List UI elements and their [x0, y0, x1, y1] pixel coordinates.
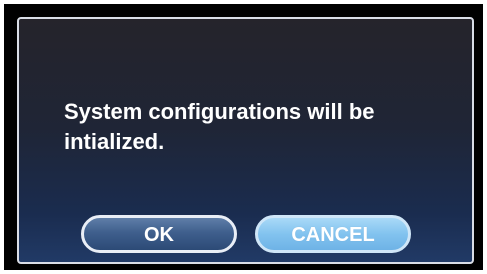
dialog-message: System configurations will be intialized…	[64, 99, 375, 154]
cancel-button[interactable]: CANCEL	[255, 215, 411, 253]
ok-button[interactable]: OK	[81, 215, 237, 253]
confirmation-dialog: System configurations will be intialized…	[17, 17, 474, 264]
screen-frame: System configurations will be intialized…	[4, 4, 483, 270]
